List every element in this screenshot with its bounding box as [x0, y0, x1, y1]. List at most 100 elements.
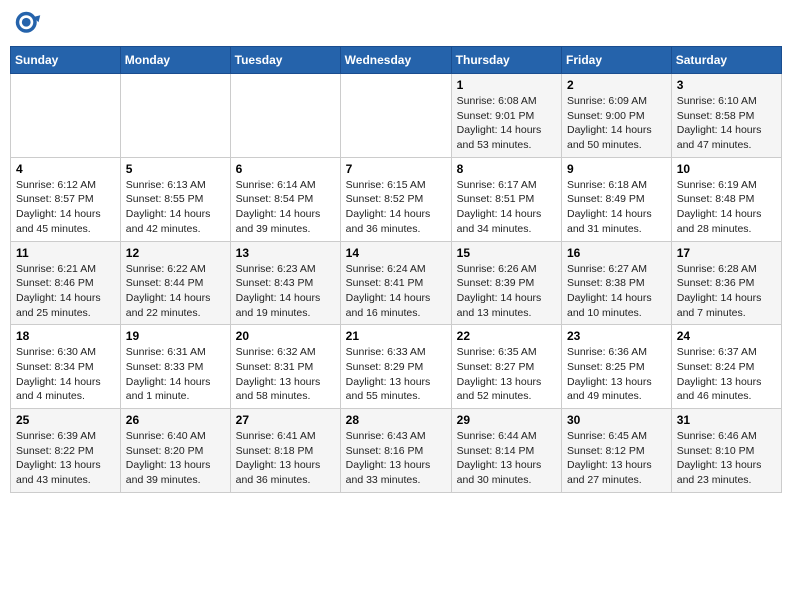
day-info: Sunrise: 6:40 AM Sunset: 8:20 PM Dayligh… — [126, 429, 225, 488]
calendar-cell: 23 Sunrise: 6:36 AM Sunset: 8:25 PM Dayli… — [562, 325, 672, 409]
header-day-friday: Friday — [562, 47, 672, 74]
day-info: Sunrise: 6:26 AM Sunset: 8:39 PM Dayligh… — [457, 262, 556, 321]
calendar-cell: 21 Sunrise: 6:33 AM Sunset: 8:29 PM Dayli… — [340, 325, 451, 409]
header-day-wednesday: Wednesday — [340, 47, 451, 74]
calendar-cell: 18 Sunrise: 6:30 AM Sunset: 8:34 PM Dayli… — [11, 325, 121, 409]
day-info: Sunrise: 6:13 AM Sunset: 8:55 PM Dayligh… — [126, 178, 225, 237]
calendar-cell: 1Sunrise: 6:08 AM Sunset: 9:01 PM Daylig… — [451, 74, 561, 158]
calendar-cell: 8 Sunrise: 6:17 AM Sunset: 8:51 PM Daylig… — [451, 157, 561, 241]
logo-icon — [14, 10, 42, 38]
day-info: Sunrise: 6:17 AM Sunset: 8:51 PM Dayligh… — [457, 178, 556, 237]
week-row-5: 25 Sunrise: 6:39 AM Sunset: 8:22 PM Dayli… — [11, 409, 782, 493]
calendar-header: SundayMondayTuesdayWednesdayThursdayFrid… — [11, 47, 782, 74]
calendar-cell: 9 Sunrise: 6:18 AM Sunset: 8:49 PM Daylig… — [562, 157, 672, 241]
day-info: Sunrise: 6:44 AM Sunset: 8:14 PM Dayligh… — [457, 429, 556, 488]
calendar-cell: 15Sunrise: 6:26 AM Sunset: 8:39 PM Dayli… — [451, 241, 561, 325]
header-day-saturday: Saturday — [671, 47, 781, 74]
calendar-cell: 12 Sunrise: 6:22 AM Sunset: 8:44 PM Dayli… — [120, 241, 230, 325]
day-info: Sunrise: 6:27 AM Sunset: 8:38 PM Dayligh… — [567, 262, 666, 321]
day-number: 2 — [567, 78, 666, 92]
week-row-4: 18 Sunrise: 6:30 AM Sunset: 8:34 PM Dayli… — [11, 325, 782, 409]
logo — [14, 10, 46, 38]
calendar-cell: 4 Sunrise: 6:12 AM Sunset: 8:57 PM Daylig… — [11, 157, 121, 241]
day-number: 27 — [236, 413, 335, 427]
day-info: Sunrise: 6:43 AM Sunset: 8:16 PM Dayligh… — [346, 429, 446, 488]
header-day-thursday: Thursday — [451, 47, 561, 74]
calendar-cell — [230, 74, 340, 158]
day-info: Sunrise: 6:12 AM Sunset: 8:57 PM Dayligh… — [16, 178, 115, 237]
calendar-cell: 29 Sunrise: 6:44 AM Sunset: 8:14 PM Dayli… — [451, 409, 561, 493]
day-number: 10 — [677, 162, 776, 176]
day-number: 20 — [236, 329, 335, 343]
day-number: 4 — [16, 162, 115, 176]
calendar-cell: 24Sunrise: 6:37 AM Sunset: 8:24 PM Dayli… — [671, 325, 781, 409]
day-info: Sunrise: 6:36 AM Sunset: 8:25 PM Dayligh… — [567, 345, 666, 404]
calendar-cell: 5 Sunrise: 6:13 AM Sunset: 8:55 PM Daylig… — [120, 157, 230, 241]
day-number: 30 — [567, 413, 666, 427]
calendar-cell: 22Sunrise: 6:35 AM Sunset: 8:27 PM Dayli… — [451, 325, 561, 409]
header-row: SundayMondayTuesdayWednesdayThursdayFrid… — [11, 47, 782, 74]
calendar-cell: 19 Sunrise: 6:31 AM Sunset: 8:33 PM Dayli… — [120, 325, 230, 409]
day-number: 17 — [677, 246, 776, 260]
day-number: 25 — [16, 413, 115, 427]
calendar-cell: 6 Sunrise: 6:14 AM Sunset: 8:54 PM Daylig… — [230, 157, 340, 241]
day-info: Sunrise: 6:08 AM Sunset: 9:01 PM Dayligh… — [457, 94, 556, 153]
day-number: 7 — [346, 162, 446, 176]
day-info: Sunrise: 6:18 AM Sunset: 8:49 PM Dayligh… — [567, 178, 666, 237]
calendar-cell: 3 Sunrise: 6:10 AM Sunset: 8:58 PM Daylig… — [671, 74, 781, 158]
calendar-cell: 2Sunrise: 6:09 AM Sunset: 9:00 PM Daylig… — [562, 74, 672, 158]
day-info: Sunrise: 6:15 AM Sunset: 8:52 PM Dayligh… — [346, 178, 446, 237]
day-number: 31 — [677, 413, 776, 427]
calendar-cell: 30 Sunrise: 6:45 AM Sunset: 8:12 PM Dayli… — [562, 409, 672, 493]
day-info: Sunrise: 6:31 AM Sunset: 8:33 PM Dayligh… — [126, 345, 225, 404]
day-number: 16 — [567, 246, 666, 260]
calendar-cell: 10 Sunrise: 6:19 AM Sunset: 8:48 PM Dayli… — [671, 157, 781, 241]
day-number: 13 — [236, 246, 335, 260]
day-info: Sunrise: 6:35 AM Sunset: 8:27 PM Dayligh… — [457, 345, 556, 404]
day-number: 24 — [677, 329, 776, 343]
page-header — [10, 10, 782, 38]
calendar-cell: 11 Sunrise: 6:21 AM Sunset: 8:46 PM Dayli… — [11, 241, 121, 325]
day-info: Sunrise: 6:33 AM Sunset: 8:29 PM Dayligh… — [346, 345, 446, 404]
day-number: 21 — [346, 329, 446, 343]
day-number: 8 — [457, 162, 556, 176]
calendar-cell: 25 Sunrise: 6:39 AM Sunset: 8:22 PM Dayli… — [11, 409, 121, 493]
calendar-cell: 27Sunrise: 6:41 AM Sunset: 8:18 PM Dayli… — [230, 409, 340, 493]
day-number: 6 — [236, 162, 335, 176]
day-number: 11 — [16, 246, 115, 260]
day-info: Sunrise: 6:30 AM Sunset: 8:34 PM Dayligh… — [16, 345, 115, 404]
day-info: Sunrise: 6:22 AM Sunset: 8:44 PM Dayligh… — [126, 262, 225, 321]
day-info: Sunrise: 6:21 AM Sunset: 8:46 PM Dayligh… — [16, 262, 115, 321]
day-number: 29 — [457, 413, 556, 427]
day-info: Sunrise: 6:14 AM Sunset: 8:54 PM Dayligh… — [236, 178, 335, 237]
header-day-tuesday: Tuesday — [230, 47, 340, 74]
day-info: Sunrise: 6:19 AM Sunset: 8:48 PM Dayligh… — [677, 178, 776, 237]
calendar-cell — [340, 74, 451, 158]
day-number: 12 — [126, 246, 225, 260]
header-day-sunday: Sunday — [11, 47, 121, 74]
day-info: Sunrise: 6:32 AM Sunset: 8:31 PM Dayligh… — [236, 345, 335, 404]
day-number: 9 — [567, 162, 666, 176]
day-number: 28 — [346, 413, 446, 427]
day-info: Sunrise: 6:28 AM Sunset: 8:36 PM Dayligh… — [677, 262, 776, 321]
day-info: Sunrise: 6:10 AM Sunset: 8:58 PM Dayligh… — [677, 94, 776, 153]
week-row-3: 11 Sunrise: 6:21 AM Sunset: 8:46 PM Dayli… — [11, 241, 782, 325]
day-info: Sunrise: 6:45 AM Sunset: 8:12 PM Dayligh… — [567, 429, 666, 488]
day-info: Sunrise: 6:39 AM Sunset: 8:22 PM Dayligh… — [16, 429, 115, 488]
day-number: 14 — [346, 246, 446, 260]
calendar-cell — [120, 74, 230, 158]
day-info: Sunrise: 6:46 AM Sunset: 8:10 PM Dayligh… — [677, 429, 776, 488]
calendar-cell: 14Sunrise: 6:24 AM Sunset: 8:41 PM Dayli… — [340, 241, 451, 325]
calendar-cell: 16 Sunrise: 6:27 AM Sunset: 8:38 PM Dayli… — [562, 241, 672, 325]
calendar-cell: 28 Sunrise: 6:43 AM Sunset: 8:16 PM Dayli… — [340, 409, 451, 493]
calendar-cell: 31 Sunrise: 6:46 AM Sunset: 8:10 PM Dayli… — [671, 409, 781, 493]
day-number: 26 — [126, 413, 225, 427]
calendar-cell: 26 Sunrise: 6:40 AM Sunset: 8:20 PM Dayli… — [120, 409, 230, 493]
calendar-cell — [11, 74, 121, 158]
day-number: 19 — [126, 329, 225, 343]
calendar-body: 1Sunrise: 6:08 AM Sunset: 9:01 PM Daylig… — [11, 74, 782, 493]
day-number: 18 — [16, 329, 115, 343]
day-number: 23 — [567, 329, 666, 343]
day-number: 3 — [677, 78, 776, 92]
day-number: 5 — [126, 162, 225, 176]
